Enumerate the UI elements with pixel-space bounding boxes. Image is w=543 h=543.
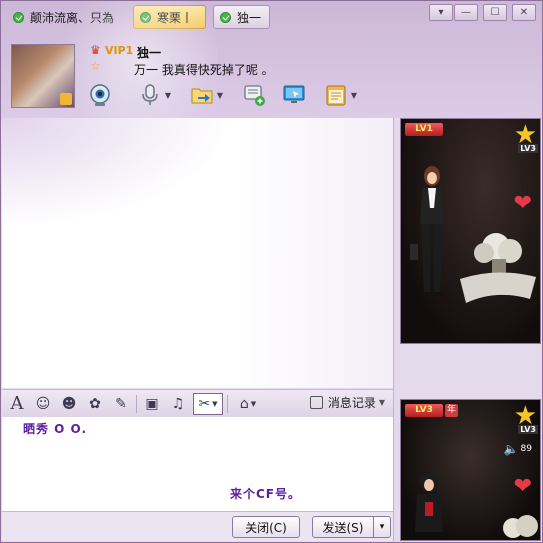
avatar-badge-icon <box>60 93 72 105</box>
screenshot-icon[interactable]: ✂ ▼ <box>193 392 223 415</box>
flower-decoration <box>503 515 538 538</box>
star-level-badge: LV3 <box>518 425 538 434</box>
year-member-badge: 年 <box>445 404 458 417</box>
add-chat-button[interactable] <box>241 81 267 109</box>
online-status-icon <box>220 11 231 23</box>
voice-call-icon <box>137 82 163 108</box>
remote-assist-icon <box>281 82 307 108</box>
emoji-icon[interactable]: ☺ <box>32 393 54 415</box>
heart-icon[interactable]: ❤ <box>514 474 532 499</box>
volume-indicator[interactable]: 🔈 89 <box>504 442 532 456</box>
chevron-down-icon: ▼ <box>378 398 385 407</box>
video-call-button[interactable] <box>87 81 113 109</box>
show-level-badge: LV1 <box>405 123 443 136</box>
message-input[interactable]: 晒秀 O O. 来个CF号。 <box>2 417 393 511</box>
contact-show-panel[interactable]: LV1 ★ LV3 ❤ <box>400 118 541 344</box>
more-tools-icon[interactable]: ⌂ ▼ <box>232 393 264 415</box>
message-history-pane[interactable] <box>2 118 393 388</box>
scribble-icon[interactable]: ✎ <box>110 393 132 415</box>
online-status-icon <box>13 11 24 23</box>
show-level-badge: LV3 <box>405 404 443 417</box>
tab-contact-1[interactable]: 颠沛流离、只為 <box>7 5 129 29</box>
apps-menu-button[interactable]: ▼ <box>323 81 359 109</box>
star-level-icon: ☆ <box>90 59 101 73</box>
speaker-icon: 🔈 <box>503 442 519 456</box>
tab-contact-3[interactable]: 独一 <box>213 5 270 29</box>
contact-avatar[interactable] <box>11 44 75 108</box>
online-status-icon <box>140 11 151 23</box>
chat-window: 颠沛流离、只為 寒栗丨 独一 ▾ — ☐ ✕ ♛ VIP1 ☆ 独一 万一 我真… <box>0 0 543 543</box>
vip-level: VIP1 <box>105 44 134 57</box>
minimize-button[interactable]: — <box>454 4 478 21</box>
magic-face-icon[interactable]: ☻ <box>58 393 80 415</box>
pane-divider[interactable] <box>393 118 400 541</box>
flower-table-decoration <box>460 233 536 303</box>
sticker-icon[interactable]: ✿ <box>84 393 106 415</box>
voice-call-button[interactable]: ▼ <box>137 81 173 109</box>
input-text-line: 晒秀 O O. <box>23 422 88 436</box>
tab-label: 颠沛流离、只為 <box>30 10 115 25</box>
contact-nickname[interactable]: 独一 <box>137 44 161 61</box>
chevron-down-icon[interactable]: ▼ <box>163 91 173 100</box>
self-show-panel[interactable]: LV3 年 ★ LV3 🔈 89 ❤ <box>400 399 541 541</box>
toolbar-divider <box>227 394 228 413</box>
avatar-figure <box>415 473 443 532</box>
action-bar: 关闭(C) 发送(S) ▾ <box>2 511 393 541</box>
vip-crown-icon: ♛ <box>90 43 101 57</box>
send-file-button[interactable]: ▼ <box>189 81 225 109</box>
format-toolbar: A ☺ ☻ ✿ ✎ ▣ ♫ ✂ ▼ ⌂ ▼ 消息记录 ▼ <box>2 389 393 417</box>
close-button[interactable]: 关闭(C) <box>232 516 300 538</box>
close-window-button[interactable]: ✕ <box>512 4 536 21</box>
contact-signature: 万一 我真得快死掉了呢 。 <box>134 63 274 77</box>
chevron-down-icon[interactable]: ▼ <box>349 91 359 100</box>
send-file-icon <box>189 82 215 108</box>
chevron-down-icon[interactable]: ▼ <box>215 91 225 100</box>
toolbar-divider <box>136 394 137 413</box>
input-text-line: 来个CF号。 <box>230 487 302 501</box>
volume-value: 89 <box>520 444 532 454</box>
star-level-badge: LV3 <box>518 144 538 153</box>
window-menu-button[interactable]: ▾ <box>429 4 453 21</box>
tab-label: 寒栗丨 <box>157 10 194 25</box>
heart-icon[interactable]: ❤ <box>514 191 532 216</box>
add-chat-icon <box>241 82 267 108</box>
font-icon[interactable]: A <box>6 393 28 415</box>
remote-assist-button[interactable] <box>281 81 307 109</box>
send-options-dropdown[interactable]: ▾ <box>373 516 391 538</box>
image-icon[interactable]: ▣ <box>141 393 163 415</box>
avatar-figure <box>410 166 444 296</box>
maximize-button[interactable]: ☐ <box>483 4 507 21</box>
apps-menu-icon <box>323 82 349 108</box>
message-history-button[interactable]: 消息记录 ▼ <box>309 394 385 411</box>
tab-contact-2-active[interactable]: 寒栗丨 <box>133 5 206 29</box>
send-button[interactable]: 发送(S) <box>312 516 374 538</box>
message-history-label: 消息记录 <box>327 396 376 410</box>
tab-label: 独一 <box>237 10 262 25</box>
video-call-icon <box>87 82 113 108</box>
music-icon[interactable]: ♫ <box>167 393 189 415</box>
clock-icon <box>309 396 323 409</box>
tab-bar: 颠沛流离、只為 寒栗丨 独一 ▾ — ☐ ✕ <box>1 1 543 35</box>
